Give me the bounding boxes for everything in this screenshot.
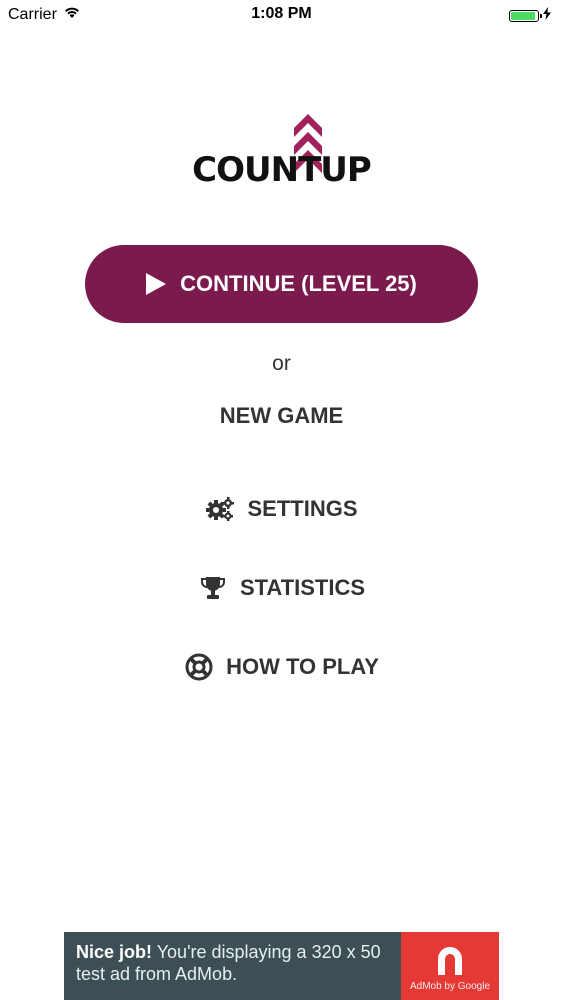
status-time: 1:08 PM [251, 5, 312, 22]
lifebuoy-icon [184, 652, 214, 682]
status-bar: Carrier 1:08 PM [0, 0, 563, 30]
ad-headline: Nice job! [76, 942, 153, 962]
play-icon [146, 273, 167, 295]
ad-banner[interactable]: Nice job! You're displaying a 320 x 50 t… [64, 932, 499, 1000]
how-to-play-button[interactable]: HOW TO PLAY [0, 652, 563, 682]
settings-label: SETTINGS [247, 496, 358, 521]
statistics-label: STATISTICS [239, 575, 366, 600]
battery-icon [509, 10, 542, 22]
main-menu-screen: Carrier 1:08 PM COUNTUP CONTINUE (LEVEL … [0, 0, 563, 1000]
charging-bolt-icon [543, 7, 551, 25]
ad-logo[interactable]: AdMob by Google [401, 932, 499, 1000]
statistics-button[interactable]: STATISTICS [0, 573, 563, 603]
how-to-play-label: HOW TO PLAY [226, 654, 379, 679]
logo-wrapper: COUNTUP [182, 110, 382, 200]
continue-label: CONTINUE (LEVEL 25) [180, 271, 417, 296]
admob-logo-icon [438, 946, 462, 975]
trophy-icon [198, 573, 228, 603]
or-separator: or [272, 352, 291, 375]
ad-brand: AdMob by Google [409, 980, 491, 992]
gears-icon [205, 494, 235, 524]
logo-text: COUNTUP [192, 150, 372, 190]
status-right [509, 7, 551, 25]
new-game-label: NEW GAME [219, 403, 344, 428]
app-logo: COUNTUP [0, 110, 563, 200]
new-game-button[interactable]: NEW GAME [0, 403, 563, 429]
ad-text: Nice job! You're displaying a 320 x 50 t… [64, 932, 401, 1000]
continue-button[interactable]: CONTINUE (LEVEL 25) [85, 245, 478, 323]
settings-button[interactable]: SETTINGS [0, 494, 563, 524]
